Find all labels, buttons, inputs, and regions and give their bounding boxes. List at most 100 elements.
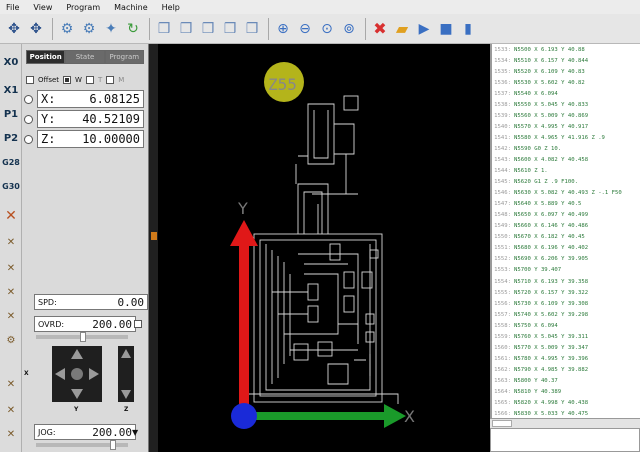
gcode-line[interactable]: 1565: N5820 X 4.998 Y 40.438 xyxy=(492,398,640,409)
jog-y-plus-button[interactable] xyxy=(71,349,83,359)
gcode-line[interactable]: 1553: N5700 Y 39.407 xyxy=(492,265,640,276)
menu-view[interactable]: View xyxy=(33,3,52,12)
z-jog-bar[interactable] xyxy=(118,346,134,402)
jog-z-plus-button[interactable] xyxy=(121,349,131,358)
gcode-line[interactable]: 1552: N5690 X 6.206 Y 39.905 xyxy=(492,254,640,265)
toolpath-preview[interactable]: Z55 X Y xyxy=(158,44,490,452)
gcode-listing[interactable]: 1533: N5500 X 6.193 Y 40.88 1534: N5510 X 6… xyxy=(490,44,640,418)
menu-machine[interactable]: Machine xyxy=(114,3,148,12)
jog-x-plus-button[interactable] xyxy=(89,368,99,380)
z-tool-icon[interactable]: ✕ xyxy=(1,282,21,302)
dro-x-field[interactable]: X: 6.08125 xyxy=(37,90,144,108)
menu-help[interactable]: Help xyxy=(162,3,180,12)
jog-z-minus-button[interactable] xyxy=(121,390,131,399)
mdi-input[interactable] xyxy=(490,428,640,452)
spindle-icon[interactable]: ✕ xyxy=(1,424,21,444)
jog-dropdown-icon[interactable]: ▼ xyxy=(132,428,138,437)
dro-z-radio[interactable] xyxy=(24,134,33,144)
dro-x-radio[interactable] xyxy=(24,94,33,104)
gcode-line[interactable]: 1540: N5570 X 4.995 Y 40.917 xyxy=(492,121,640,132)
gcode-line[interactable]: 1554: N5710 X 6.193 Y 39.358 xyxy=(492,276,640,287)
menu-file[interactable]: File xyxy=(6,3,19,12)
gcode-line[interactable]: 1548: N5650 X 6.097 Y 40.499 xyxy=(492,210,640,221)
estop-icon[interactable]: ✖ xyxy=(370,19,390,39)
jog-center-button[interactable] xyxy=(71,368,83,380)
zoom-fit-icon[interactable]: ⊙ xyxy=(317,19,337,39)
spd-field[interactable]: SPD: 0.00 xyxy=(34,294,148,310)
gcode-line[interactable]: 1549: N5660 X 6.146 Y 40.486 xyxy=(492,221,640,232)
cube-iso-icon[interactable]: ❒ xyxy=(154,19,174,39)
gutter-g30-button[interactable]: G30 xyxy=(1,176,21,196)
gear-icon[interactable]: ⚙ xyxy=(1,330,21,350)
view-p-icon[interactable]: ✦ xyxy=(101,19,121,39)
jog-slider-handle[interactable] xyxy=(110,440,116,450)
gcode-line[interactable]: 1543: N5600 X 4.082 Y 40.458 xyxy=(492,154,640,165)
jog-x-minus-button[interactable] xyxy=(55,368,65,380)
gutter-p2-button[interactable]: P2 xyxy=(1,128,21,148)
ovrd-slider-handle[interactable] xyxy=(80,332,86,342)
offset-checkbox[interactable] xyxy=(26,76,34,84)
m-checkbox[interactable] xyxy=(106,76,115,84)
gcode-line[interactable]: 1559: N5760 X 5.045 Y 39.311 xyxy=(492,331,640,342)
gcode-line[interactable]: 1547: N5640 X 5.889 Y 40.5 xyxy=(492,199,640,210)
gcode-line[interactable]: 1533: N5500 X 6.193 Y 40.88 xyxy=(492,44,640,55)
gcode-line[interactable]: 1560: N5770 X 5.009 Y 39.347 xyxy=(492,342,640,353)
macro-icon[interactable]: ✕ xyxy=(1,306,21,326)
gcode-hscroll[interactable] xyxy=(490,418,640,428)
view-iso-icon[interactable]: ✥ xyxy=(4,19,24,39)
gcode-line[interactable]: 1536: N5530 X 5.602 Y 40.82 xyxy=(492,77,640,88)
gutter-p1-button[interactable]: P1 xyxy=(1,104,21,124)
view-clear-icon[interactable]: ↻ xyxy=(123,19,143,39)
ovrd-field[interactable]: OVRD: 200.00 xyxy=(34,316,136,332)
cube-top-icon[interactable]: ❒ xyxy=(176,19,196,39)
w-checkbox[interactable] xyxy=(63,76,72,84)
gcode-line[interactable]: 1564: N5810 Y 40.389 xyxy=(492,386,640,397)
touch-off-icon[interactable]: ✕ xyxy=(1,232,21,252)
zoom-reset-icon[interactable]: ⊚ xyxy=(339,19,359,39)
gcode-line[interactable]: 1534: N5510 X 6.157 Y 40.844 xyxy=(492,55,640,66)
tab-state[interactable]: State xyxy=(65,50,105,64)
stop-icon[interactable]: ■ xyxy=(436,19,456,39)
jog-field[interactable]: JOG: 200.00 xyxy=(34,424,136,440)
dro-y-field[interactable]: Y: 40.52109 xyxy=(37,110,144,128)
cube-persp-icon[interactable]: ❒ xyxy=(242,19,262,39)
gcode-line[interactable]: 1555: N5720 X 6.157 Y 39.322 xyxy=(492,287,640,298)
menu-program[interactable]: Program xyxy=(66,3,100,12)
t-checkbox[interactable] xyxy=(85,76,94,84)
jog-slider[interactable] xyxy=(36,440,128,450)
ovrd-slider[interactable] xyxy=(36,332,128,342)
gutter-x0-button[interactable]: X0 xyxy=(1,52,21,72)
gcode-line[interactable]: 1539: N5560 X 5.009 Y 40.869 xyxy=(492,110,640,121)
jog-y-minus-button[interactable] xyxy=(71,389,83,399)
gcode-line[interactable]: 1546: N5630 X 5.082 Y 40.493 Z -.1 F50 xyxy=(492,188,640,199)
view-side-icon[interactable]: ⚙ xyxy=(79,19,99,39)
gcode-line[interactable]: 1537: N5540 X 6.094 xyxy=(492,88,640,99)
tab-position[interactable]: Position xyxy=(26,50,66,64)
gcode-line[interactable]: 1557: N5740 X 5.602 Y 39.298 xyxy=(492,309,640,320)
wrench-icon[interactable]: ✕ xyxy=(1,400,21,420)
gutter-g28-button[interactable]: G28 xyxy=(1,152,21,172)
gcode-line[interactable]: 1556: N5730 X 6.109 Y 39.308 xyxy=(492,298,640,309)
dro-z-field[interactable]: Z: 10.00000 xyxy=(37,130,144,148)
tab-program[interactable]: Program xyxy=(104,50,144,64)
xy-jog-pad[interactable] xyxy=(52,346,102,402)
gcode-line[interactable]: 1563: N5800 Y 40.37 xyxy=(492,375,640,386)
gcode-line[interactable]: 1545: N5620 G1 Z .9 F100. xyxy=(492,177,640,188)
gcode-line[interactable]: 1562: N5790 X 4.985 Y 39.882 xyxy=(492,364,640,375)
gcode-line[interactable]: 1538: N5550 X 5.045 Y 40.833 xyxy=(492,99,640,110)
dro-y-radio[interactable] xyxy=(24,114,33,124)
run-icon[interactable]: ▶ xyxy=(414,19,434,39)
gcode-line[interactable]: 1566: N5830 X 5.033 Y 40.475 xyxy=(492,409,640,418)
pause-icon[interactable]: ▮ xyxy=(458,19,478,39)
gcode-line[interactable]: 1542: N5590 G0 Z 10. xyxy=(492,143,640,154)
ovrd-checkbox[interactable] xyxy=(134,320,142,328)
gcode-line[interactable]: 1551: N5680 X 6.196 Y 40.402 xyxy=(492,243,640,254)
open-file-icon[interactable]: ▰ xyxy=(392,19,412,39)
cube-front-icon[interactable]: ❒ xyxy=(198,19,218,39)
hscroll-thumb[interactable] xyxy=(492,420,512,427)
gcode-line[interactable]: 1544: N5610 Z 1. xyxy=(492,166,640,177)
z-touch-icon[interactable]: ✕ xyxy=(1,258,21,278)
panel-scrollbar[interactable] xyxy=(148,44,158,452)
tool-icon[interactable]: ✕ xyxy=(1,206,21,226)
gcode-line[interactable]: 1535: N5520 X 6.109 Y 40.83 xyxy=(492,66,640,77)
